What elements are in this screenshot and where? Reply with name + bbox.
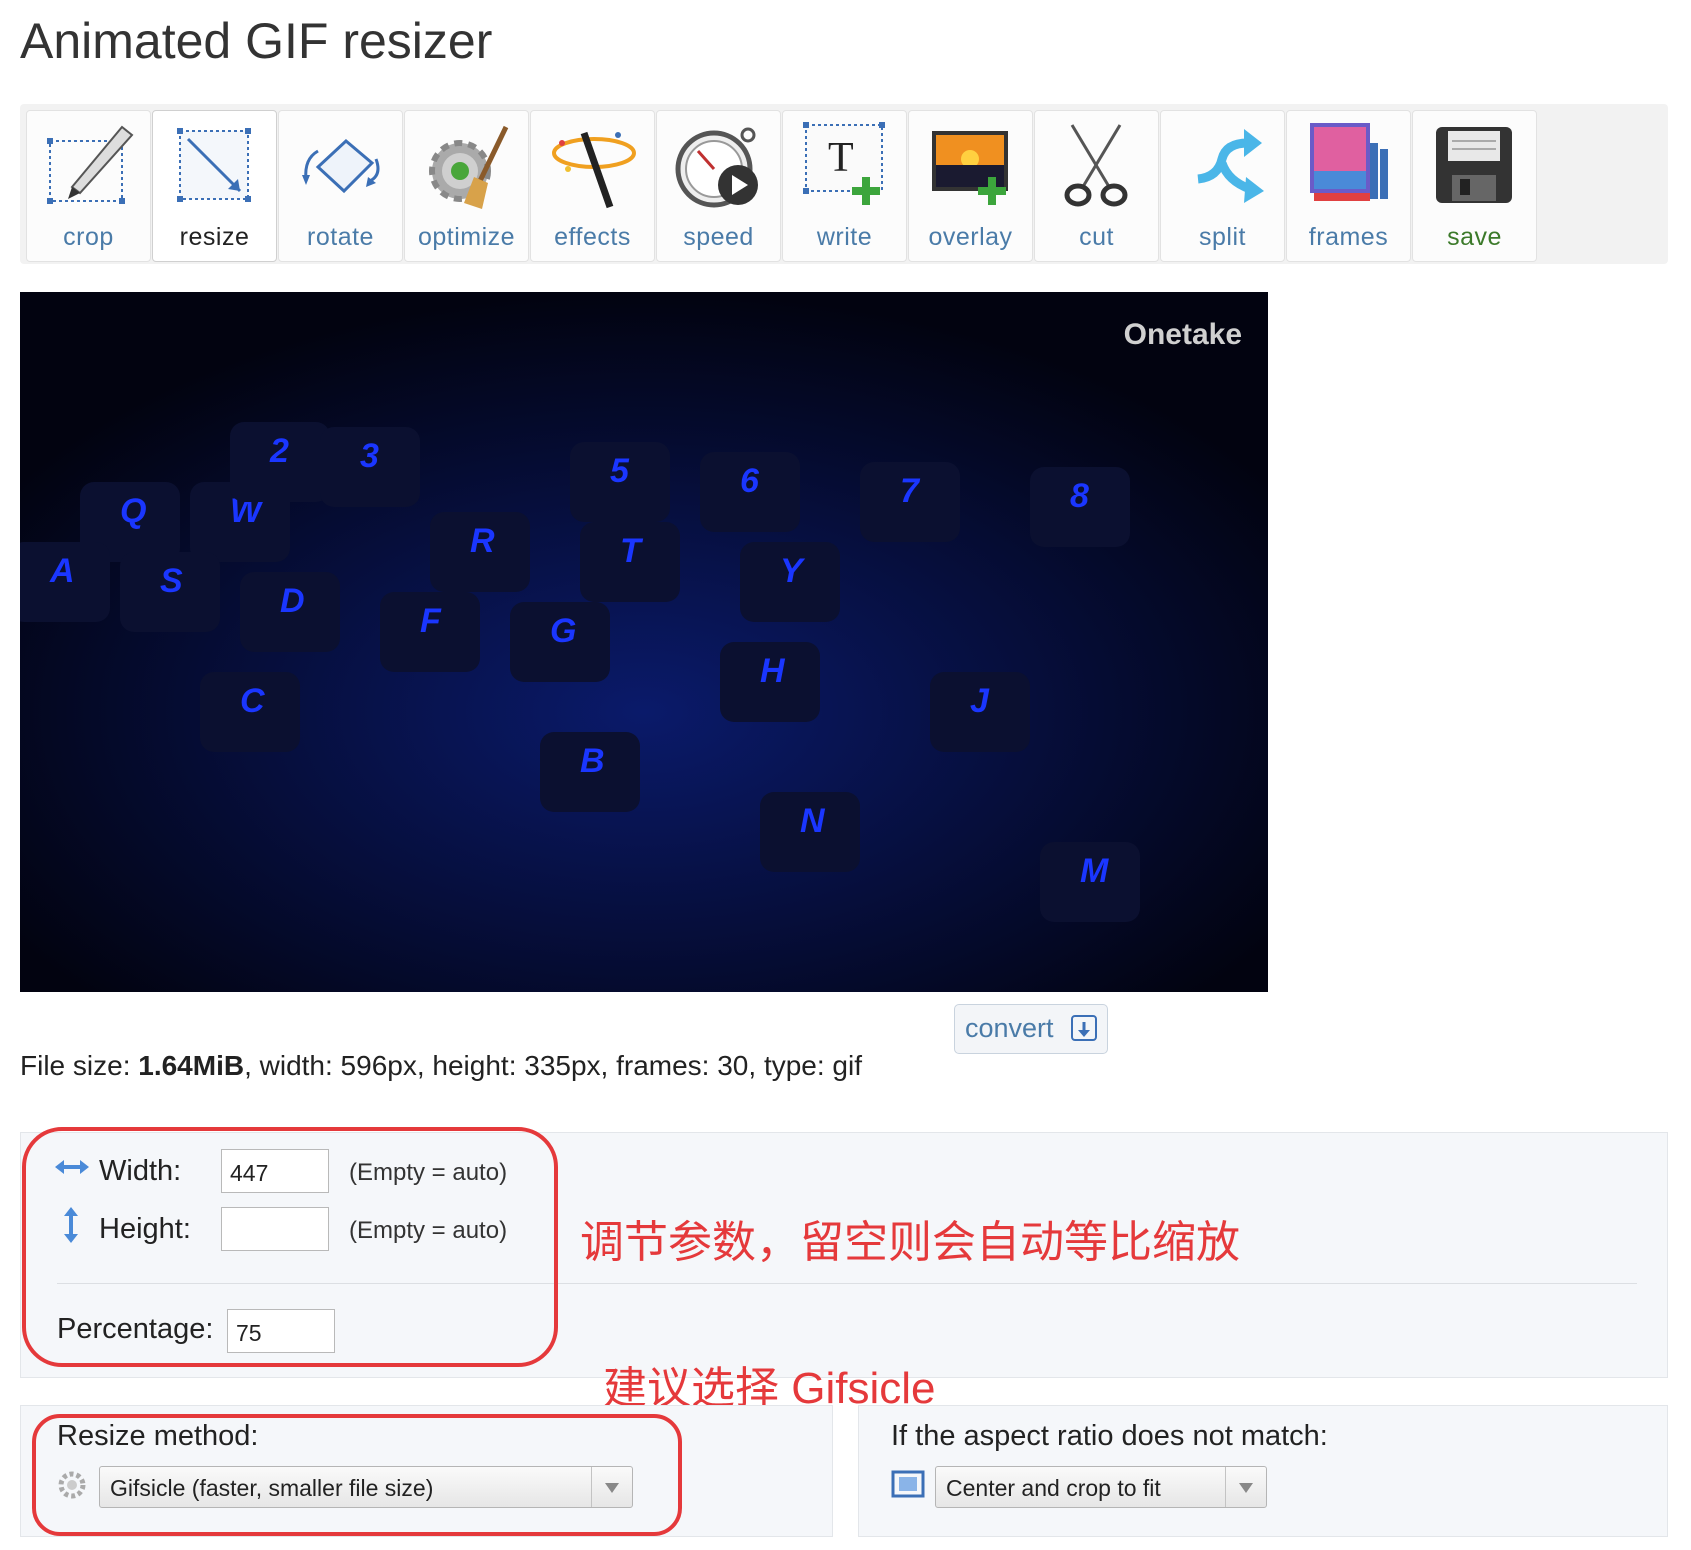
key-glyph: 2 <box>269 432 289 470</box>
save-icon <box>1436 127 1512 203</box>
tool-label: crop <box>63 223 114 251</box>
key-glyph: J <box>970 682 990 720</box>
tool-label: save <box>1447 223 1502 251</box>
key-glyph: B <box>580 742 605 780</box>
write-icon: T <box>803 122 885 205</box>
key-glyph: G <box>550 612 576 650</box>
tool-label: effects <box>554 223 631 251</box>
tool-split[interactable]: split <box>1160 110 1285 262</box>
key-glyph: S <box>160 562 183 600</box>
file-info: File size: 1.64MiB, width: 596px, height… <box>20 1050 862 1082</box>
key-glyph: Q <box>120 492 146 530</box>
annotation-box-dimensions <box>22 1127 558 1367</box>
gif-preview-image: Q WR TYA SDF GHJCBNM2 3 5 6 7 8 <box>20 292 1268 992</box>
tool-label: cut <box>1079 223 1114 251</box>
tool-cut[interactable]: cut <box>1034 110 1159 262</box>
aspect-ratio-label: If the aspect ratio does not match: <box>891 1420 1328 1452</box>
key-glyph: 3 <box>360 437 379 475</box>
tool-label: resize <box>179 223 250 251</box>
frames-icon <box>1310 123 1388 201</box>
tool-label: write <box>816 223 873 251</box>
tool-optimize[interactable]: optimize <box>404 110 529 262</box>
key-glyph: 6 <box>740 462 760 500</box>
tool-label: rotate <box>307 223 374 251</box>
svg-text:T: T <box>828 135 854 181</box>
optimize-icon <box>429 125 509 209</box>
key-glyph: 7 <box>900 472 921 510</box>
effects-icon <box>552 131 636 209</box>
tool-label: overlay <box>928 223 1013 251</box>
tool-toolbar: crop resize rotate optimize effects spee… <box>20 104 1668 264</box>
aspect-ratio-select[interactable]: Center and crop to fit <box>935 1466 1267 1508</box>
key-glyph: T <box>620 532 644 570</box>
aspect-ratio-value: Center and crop to fit <box>946 1475 1161 1501</box>
key-glyph: R <box>470 522 495 560</box>
page-title: Animated GIF resizer <box>20 13 493 69</box>
tool-effects[interactable]: effects <box>530 110 655 262</box>
key-glyph: F <box>420 602 442 640</box>
tool-label: frames <box>1308 223 1389 251</box>
convert-label: convert <box>965 1013 1054 1043</box>
split-icon <box>1197 129 1264 203</box>
key-glyph: 8 <box>1070 477 1089 515</box>
tool-frames[interactable]: frames <box>1286 110 1411 262</box>
key-glyph: Y <box>780 552 806 590</box>
key-glyph: 5 <box>610 452 630 490</box>
key-glyph: D <box>280 582 305 620</box>
annotation-box-method <box>32 1414 682 1536</box>
annotation-note-dimensions: 调节参数，留空则会自动等比缩放 <box>580 1218 1240 1267</box>
tool-label: split <box>1199 223 1246 251</box>
fit-frame-icon <box>891 1470 925 1498</box>
gif-preview: QWRTYASDFGHJCBNM235678 Onetake <box>20 292 1268 992</box>
tool-label: optimize <box>417 223 516 251</box>
overlay-icon <box>932 131 1008 205</box>
download-icon <box>1071 1015 1097 1041</box>
tool-write[interactable]: T write <box>782 110 907 262</box>
speed-icon <box>675 127 758 208</box>
tool-label: speed <box>683 223 754 251</box>
key-glyph: C <box>240 682 265 720</box>
cut-icon <box>1064 124 1128 207</box>
aspect-ratio-panel: If the aspect ratio does not match: Cent… <box>858 1405 1668 1537</box>
crop-icon <box>47 125 134 204</box>
chevron-down-icon <box>1225 1467 1266 1507</box>
tool-speed[interactable]: speed <box>656 110 781 262</box>
file-info-details: , width: 596px, height: 335px, frames: 3… <box>244 1050 862 1081</box>
key-glyph: H <box>760 652 786 690</box>
resize-icon <box>177 128 251 202</box>
rotate-icon <box>302 138 380 194</box>
tool-resize[interactable]: resize <box>152 110 277 262</box>
tool-save[interactable]: save <box>1412 110 1537 262</box>
tool-overlay[interactable]: overlay <box>908 110 1033 262</box>
tool-rotate[interactable]: rotate <box>278 110 403 262</box>
file-size: 1.64MiB <box>138 1050 245 1081</box>
tool-crop[interactable]: crop <box>26 110 151 262</box>
key-glyph: N <box>800 802 826 840</box>
key-glyph: M <box>1080 852 1109 890</box>
key-glyph: A <box>49 552 75 590</box>
watermark: Onetake <box>1123 318 1242 351</box>
convert-button[interactable]: convert <box>954 1004 1108 1054</box>
file-info-prefix: File size: <box>20 1050 139 1081</box>
